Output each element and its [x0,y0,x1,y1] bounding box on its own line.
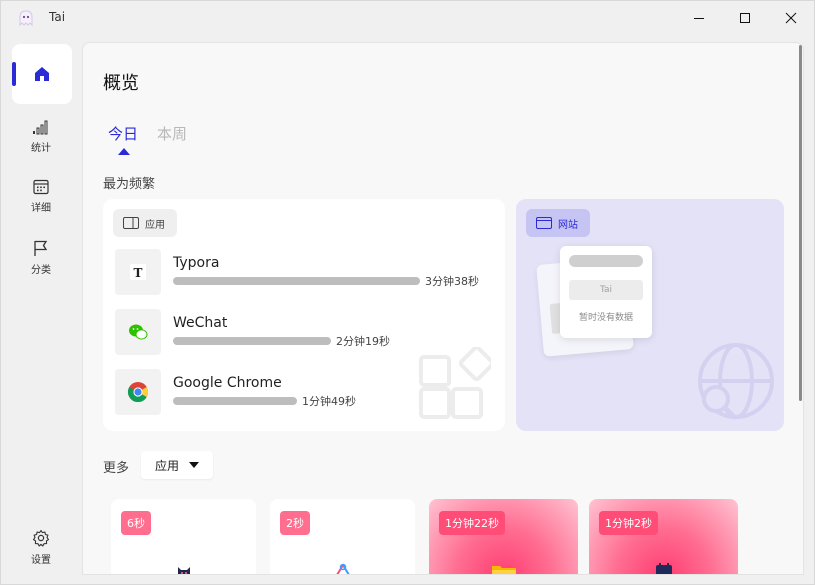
app-tile[interactable]: 1分钟2秒 [589,499,738,574]
app-tile[interactable]: 6秒 [111,499,256,574]
wechat-icon [129,324,148,340]
app-name: WeChat [173,315,228,331]
minimize-button[interactable] [676,1,722,35]
tile-time-badge: 1分钟22秒 [439,511,505,535]
chrome-icon [127,382,149,403]
chrome-app-icon [115,369,161,415]
signal-bars-icon [33,120,48,135]
app-name: Typora [173,255,220,271]
app-name: Google Chrome [173,375,282,391]
app-row-typora[interactable]: T Typora 3分钟38秒 [115,249,495,295]
close-icon [785,12,797,24]
top-websites-card: 网站 Tai 暂时没有数据 [516,199,784,431]
app-window: Tai 统计 详细 分类 设置 概览 今日 本周 最为频繁 应用 T Typor… [0,0,815,585]
caret-down-icon [189,462,199,468]
active-tab-indicator [118,148,130,155]
top-apps-card: 应用 T Typora 3分钟38秒 WeChat 2分钟19秒 Google … [103,199,505,431]
minimize-icon [694,18,704,19]
websites-chip[interactable]: 网站 [526,209,590,237]
typora-app-icon: T [115,249,161,295]
maximize-button[interactable] [722,1,768,35]
gear-icon [32,529,50,547]
globe-search-watermark-icon [698,343,774,420]
section-title-most-frequent: 最为频繁 [103,177,156,192]
sidebar-item-label: 分类 [31,265,51,276]
maximize-icon [740,13,750,23]
calendar-icon [33,179,49,195]
sidebar-item-home[interactable] [12,44,72,104]
colorful-app-icon [335,563,350,574]
active-indicator [12,62,16,86]
typora-icon: T [130,264,146,280]
main-panel: 概览 今日 本周 最为频繁 应用 T Typora 3分钟38秒 WeChat … [82,42,804,575]
select-value: 应用 [155,458,180,473]
tile-time-badge: 6秒 [121,511,151,535]
more-label: 更多 [103,461,130,476]
tile-time-badge: 1分钟2秒 [599,511,658,535]
wechat-app-icon [115,309,161,355]
sidebar-item-label: 详细 [31,203,51,214]
sidebar-nav: 统计 详细 分类 设置 [1,35,81,585]
title-bar: Tai [1,1,814,35]
usage-time: 2分钟19秒 [336,335,390,348]
empty-state-text: 暂时没有数据 [578,313,633,323]
app-tile[interactable]: 1分钟22秒 [429,499,578,574]
svg-text:T: T [134,266,143,280]
usage-bar [173,397,297,405]
apps-chip-label: 应用 [145,219,165,231]
vertical-scrollbar[interactable] [799,45,802,401]
websites-chip-label: 网站 [558,219,578,231]
flag-icon [34,240,48,256]
browser-window-icon [536,217,552,229]
sidebar-item-label: 设置 [31,555,51,566]
tab-today[interactable]: 今日 [108,123,138,144]
page-title: 概览 [103,73,139,94]
sidebar-item-label: 统计 [31,143,51,154]
usage-bar [173,337,331,345]
folder-icon [491,566,516,574]
usage-time: 3分钟38秒 [425,275,479,288]
more-category-select[interactable]: 应用 [141,451,213,479]
empty-illustration-front: Tai 暂时没有数据 [560,246,652,338]
placeholder-button: Tai [569,280,643,300]
app-row-wechat[interactable]: WeChat 2分钟19秒 [115,309,495,355]
sidebar-item-detail[interactable]: 详细 [17,179,65,229]
close-button[interactable] [768,1,814,35]
apps-chip[interactable]: 应用 [113,209,177,237]
usage-time: 1分钟49秒 [302,395,356,408]
app-tile[interactable]: 2秒 [270,499,415,574]
dark-app-icon [655,563,672,574]
tile-time-badge: 2秒 [280,511,310,535]
sidebar-item-stats[interactable]: 统计 [17,119,65,169]
placeholder-bar [569,255,643,267]
sidebar-item-category[interactable]: 分类 [17,239,65,289]
app-row-chrome[interactable]: Google Chrome 1分钟49秒 [115,369,495,415]
home-icon [35,67,49,81]
ghost-logo-icon [19,10,33,27]
usage-bar [173,277,420,285]
tab-week[interactable]: 本周 [157,123,187,144]
sidebar-item-settings[interactable]: 设置 [17,529,65,579]
window-title: Tai [49,10,66,24]
cat-app-icon [177,567,190,574]
app-window-icon [123,217,139,229]
